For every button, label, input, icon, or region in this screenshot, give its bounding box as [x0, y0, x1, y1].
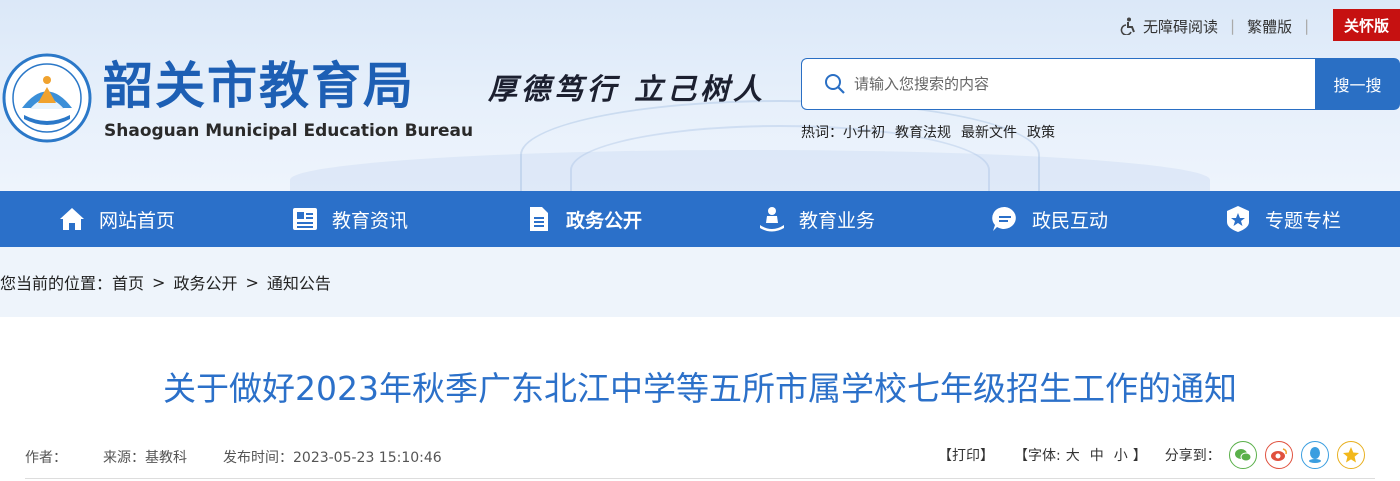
- breadcrumb-notices[interactable]: 通知公告: [267, 270, 331, 294]
- article-tools: 【打印】 【字体: 大 中 小 】 分享到：: [938, 439, 1365, 471]
- article-source: 来源：基教科: [103, 450, 187, 466]
- article-author: 作者：: [25, 450, 67, 466]
- hotword-link[interactable]: 教育法规: [895, 122, 951, 142]
- breadcrumb-prefix: 您当前的位置：: [0, 274, 113, 293]
- hotwords: 热词：小升初 教育法规 最新文件 政策: [801, 122, 1055, 142]
- nav-item-label: 网站首页: [99, 209, 176, 232]
- nav-item-home[interactable]: 网站首页: [58, 191, 175, 247]
- accessibility-link[interactable]: 无障碍阅读: [1143, 16, 1218, 37]
- share-label: 分享到：: [1164, 448, 1221, 464]
- article-meta: 作者： 来源：基教科 发布时间：2023-05-23 15:10:46: [25, 447, 478, 467]
- search-icon: [825, 74, 845, 94]
- nav-item-topics[interactable]: 专题专栏: [1224, 191, 1341, 247]
- article-title: 关于做好2023年秋季广东北江中学等五所市属学校七年级招生工作的通知: [163, 369, 1237, 408]
- site-header: 韶关市教育局 Shaoguan Municipal Education Bure…: [0, 0, 1400, 191]
- chat-icon: [992, 206, 1016, 231]
- print-link[interactable]: 【打印】: [938, 445, 994, 465]
- site-motto: 厚德笃行 立己树人: [488, 72, 767, 106]
- nav-item-interaction[interactable]: 政民互动: [991, 191, 1108, 247]
- search-input[interactable]: [854, 75, 1274, 93]
- font-size-close: 】: [1132, 448, 1147, 464]
- nav-item-label: 教育业务: [799, 209, 876, 232]
- divider: [25, 478, 1375, 479]
- badge-icon: [1227, 206, 1249, 232]
- nav-item-label: 政务公开: [566, 209, 643, 232]
- font-size-label: 【字体:: [1014, 448, 1061, 464]
- font-large-button[interactable]: 大: [1066, 445, 1080, 465]
- care-mode-button[interactable]: 关怀版: [1333, 9, 1400, 41]
- article-date: 发布时间：2023-05-23 15:10:46: [223, 450, 442, 466]
- main-nav: 网站首页 教育资讯 政务公开 教育业务 政民互动 专题专栏: [0, 191, 1400, 247]
- traditional-chinese-link[interactable]: 繁體版: [1247, 16, 1292, 37]
- education-bureau-logo[interactable]: [2, 53, 92, 143]
- hotword-link[interactable]: 最新文件: [961, 122, 1017, 142]
- home-icon: [60, 208, 84, 230]
- divider: |: [1304, 17, 1310, 35]
- nav-item-government[interactable]: 政务公开: [525, 191, 642, 247]
- divider: |: [1230, 17, 1236, 35]
- search-box: [801, 58, 1316, 110]
- document-icon: [530, 207, 548, 231]
- hotword-link[interactable]: 政策: [1027, 122, 1055, 142]
- breadcrumb-separator: >: [245, 272, 259, 292]
- site-title[interactable]: 韶关市教育局: [103, 56, 415, 116]
- wechat-icon[interactable]: [1228, 441, 1257, 469]
- breadcrumb-home[interactable]: 首页: [112, 270, 144, 294]
- site-subtitle: Shaoguan Municipal Education Bureau: [104, 121, 474, 141]
- hotwords-label: 热词：小升初: [801, 125, 885, 141]
- hotword-link[interactable]: 小升初: [843, 125, 885, 141]
- font-small-button[interactable]: 小: [1114, 445, 1128, 465]
- nav-item-label: 专题专栏: [1265, 209, 1342, 232]
- article-container: 关于做好2023年秋季广东北江中学等五所市属学校七年级招生工作的通知 作者： 来…: [0, 317, 1400, 481]
- qzone-icon[interactable]: [1336, 441, 1365, 469]
- qq-icon[interactable]: [1300, 441, 1329, 469]
- nav-item-label: 政民互动: [1032, 209, 1109, 232]
- nav-item-education[interactable]: 教育业务: [758, 191, 875, 247]
- search-button[interactable]: 搜一搜: [1315, 58, 1400, 110]
- breadcrumb-separator: >: [152, 272, 166, 292]
- nav-item-news[interactable]: 教育资讯: [291, 191, 408, 247]
- news-icon: [293, 208, 317, 230]
- breadcrumb: 您当前的位置： 首页 > 政务公开 > 通知公告: [0, 247, 1400, 317]
- accessibility-icon[interactable]: [1120, 17, 1138, 35]
- nav-item-label: 教育资讯: [332, 209, 409, 232]
- top-links: 无障碍阅读 | 繁體版 |: [1120, 15, 1321, 37]
- breadcrumb-government[interactable]: 政务公开: [173, 270, 237, 294]
- weibo-icon[interactable]: [1264, 441, 1293, 469]
- education-icon: [760, 207, 784, 232]
- font-medium-button[interactable]: 中: [1090, 445, 1104, 465]
